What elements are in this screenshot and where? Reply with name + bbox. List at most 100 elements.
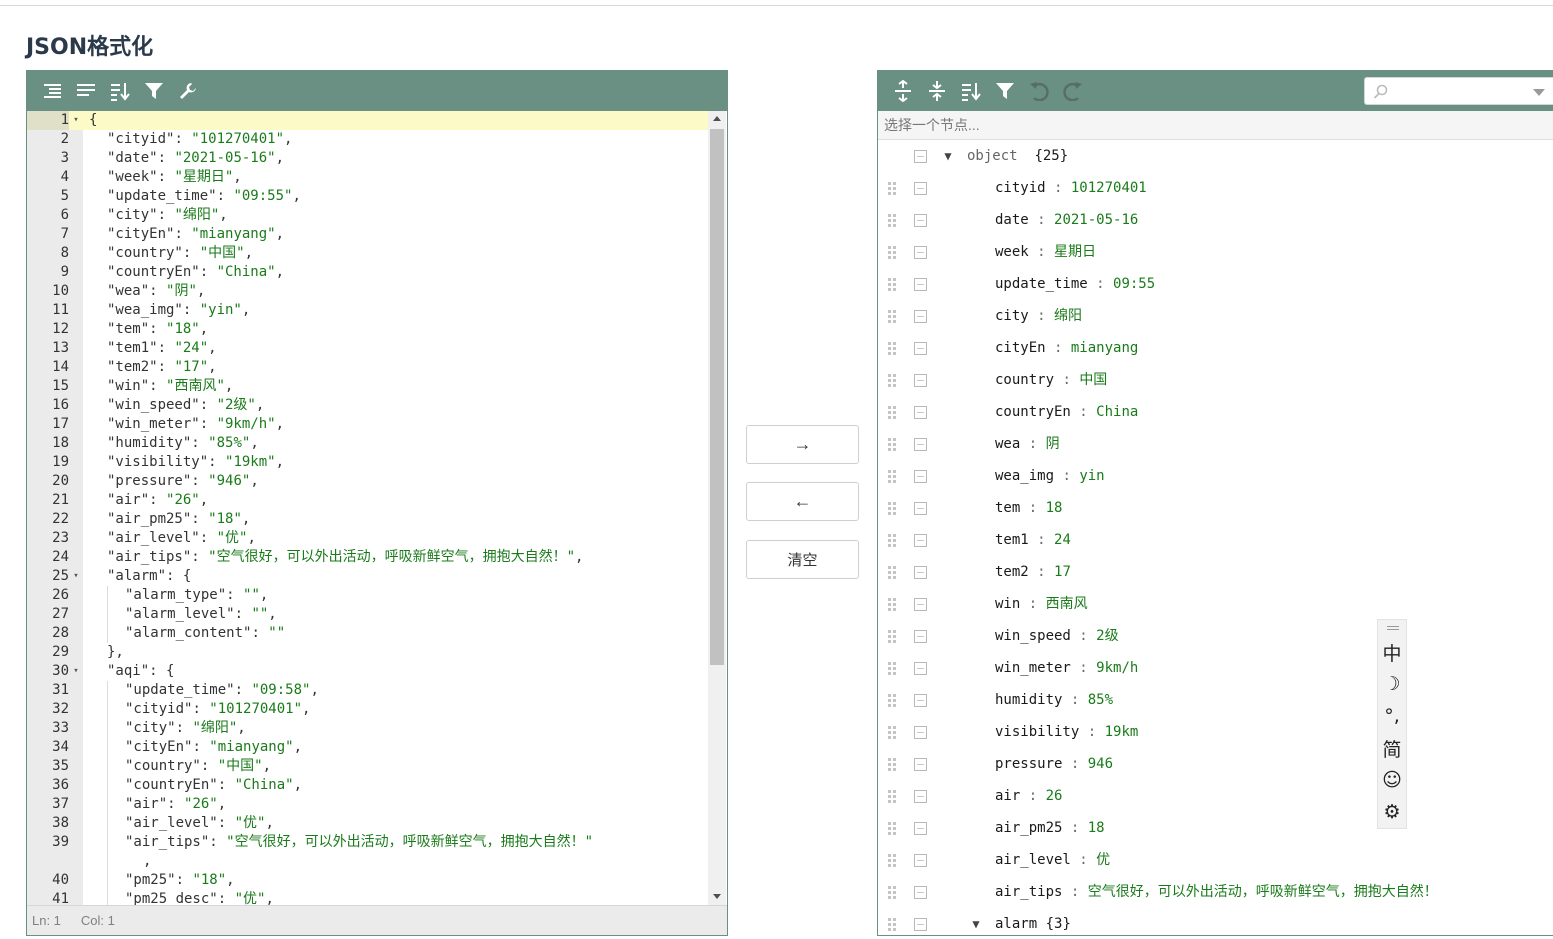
context-menu-button[interactable] — [914, 374, 927, 387]
code-line[interactable]: 29}, — [27, 643, 709, 662]
context-menu-button[interactable] — [914, 246, 927, 259]
code-line[interactable]: 10 "wea": "阴", — [27, 282, 709, 301]
code-line[interactable]: 20 "pressure": "946", — [27, 472, 709, 491]
expand-all-button[interactable] — [886, 75, 920, 107]
code-line[interactable]: 36 "countryEn": "China", — [27, 776, 709, 795]
search-input[interactable] — [1391, 78, 1541, 102]
drag-handle-icon[interactable] — [888, 694, 898, 707]
tree-node-row[interactable]: tem : 18 — [878, 492, 1553, 524]
code-line[interactable]: 2 "cityid": "101270401", — [27, 130, 709, 149]
node-key-text[interactable]: wea_img — [995, 468, 1054, 484]
tree-node-row[interactable]: update_time : 09:55 — [878, 268, 1553, 300]
context-menu-button[interactable] — [914, 822, 927, 835]
code-line[interactable]: 17 "win_meter": "9km/h", — [27, 415, 709, 434]
code-line[interactable]: 12 "tem": "18", — [27, 320, 709, 339]
context-menu-button[interactable] — [914, 150, 927, 163]
tree-node-field[interactable]: air : 26 — [995, 780, 1062, 812]
drag-handle-icon[interactable] — [888, 598, 898, 611]
code-line[interactable]: 33 "city": "绵阳", — [27, 719, 709, 738]
tree-node-row[interactable]: humidity : 85% — [878, 684, 1553, 716]
tree-node-field[interactable]: win_meter : 9km/h — [995, 652, 1138, 684]
tree-node-field[interactable]: tem : 18 — [995, 492, 1062, 524]
drag-handle-icon[interactable] — [888, 278, 898, 291]
drag-handle-icon[interactable] — [888, 918, 898, 931]
repair-button[interactable] — [171, 75, 205, 107]
node-key-text[interactable]: air_level — [995, 852, 1071, 868]
drag-handle-icon[interactable] — [888, 790, 898, 803]
node-key-text[interactable]: humidity — [995, 692, 1062, 708]
node-value-text[interactable]: 9km/h — [1096, 660, 1138, 676]
tree-node-field[interactable]: date : 2021-05-16 — [995, 204, 1138, 236]
tree-node-row[interactable]: visibility : 19km — [878, 716, 1553, 748]
node-value-text[interactable]: 18 — [1088, 820, 1105, 836]
tree-filter-button[interactable] — [988, 75, 1022, 107]
tree-node-row[interactable]: win_speed : 2级 — [878, 620, 1553, 652]
drag-handle-icon[interactable] — [888, 662, 898, 675]
context-menu-button[interactable] — [914, 694, 927, 707]
drag-handle-icon[interactable] — [888, 822, 898, 835]
ime-mode-icon[interactable]: 中 — [1378, 638, 1406, 666]
code-line[interactable]: 3 "date": "2021-05-16", — [27, 149, 709, 168]
tree-node-field[interactable]: wea : 阴 — [995, 428, 1060, 460]
node-key-text[interactable]: update_time — [995, 276, 1088, 292]
fold-toggle-icon[interactable]: ▾ — [71, 567, 81, 586]
code-line[interactable]: 37 "air": "26", — [27, 795, 709, 814]
drag-handle-icon[interactable] — [888, 630, 898, 643]
drag-handle-icon[interactable] — [888, 566, 898, 579]
tree-node-row[interactable]: ▼ alarm {3} — [878, 908, 1553, 935]
node-value-text[interactable]: 西南风 — [1046, 596, 1088, 612]
tree-node-field[interactable]: update_time : 09:55 — [995, 268, 1155, 300]
tree-node-row[interactable]: air_level : 优 — [878, 844, 1553, 876]
code-line[interactable]: 24 "air_tips": "空气很好，可以外出活动，呼吸新鲜空气，拥抱大自然！… — [27, 548, 709, 567]
drag-handle-icon[interactable] — [888, 310, 898, 323]
tree-node-field[interactable]: air_tips : 空气很好，可以外出活动，呼吸新鲜空气，拥抱大自然！ — [995, 876, 1438, 908]
code-line[interactable]: 39 "air_tips": "空气很好，可以外出活动，呼吸新鲜空气，拥抱大自然！… — [27, 833, 709, 852]
context-menu-button[interactable] — [914, 918, 927, 931]
drag-handle-icon[interactable] — [888, 406, 898, 419]
node-value-text[interactable]: 星期日 — [1054, 244, 1096, 260]
undo-button[interactable] — [1022, 75, 1056, 107]
code-area[interactable]: 1 ▾{2 "cityid": "101270401", 3 "date": "2021… — [27, 111, 727, 906]
tree-node-row[interactable]: air_tips : 空气很好，可以外出活动，呼吸新鲜空气，拥抱大自然！ — [878, 876, 1553, 908]
code-line[interactable]: 23 "air_level": "优", — [27, 529, 709, 548]
tree-node-row[interactable]: air_pm25 : 18 — [878, 812, 1553, 844]
collapse-all-button[interactable] — [920, 75, 954, 107]
tree-node-field[interactable]: city : 绵阳 — [995, 300, 1082, 332]
tree-node-row[interactable]: countryEn : China — [878, 396, 1553, 428]
tree-node-field[interactable]: tem1 : 24 — [995, 524, 1071, 556]
node-value-text[interactable]: 09:55 — [1113, 276, 1155, 292]
scrollbar-thumb[interactable] — [710, 129, 724, 665]
drag-handle-icon[interactable] — [888, 886, 898, 899]
tree-sort-button[interactable] — [954, 75, 988, 107]
drag-handle-icon[interactable] — [888, 534, 898, 547]
context-menu-button[interactable] — [914, 598, 927, 611]
node-value-text[interactable]: mianyang — [1071, 340, 1138, 356]
node-value-text[interactable]: 2级 — [1096, 628, 1118, 644]
drag-handle-icon[interactable] — [888, 854, 898, 867]
context-menu-button[interactable] — [914, 726, 927, 739]
tree-node-row[interactable]: wea : 阴 — [878, 428, 1553, 460]
node-value-text[interactable]: 2021-05-16 — [1054, 212, 1138, 228]
node-value-text[interactable]: 24 — [1054, 532, 1071, 548]
node-key-text[interactable]: air_tips — [995, 884, 1062, 900]
context-menu-button[interactable] — [914, 278, 927, 291]
node-value-text[interactable]: China — [1096, 404, 1138, 420]
code-line[interactable]: 26 "alarm_type": "", — [27, 586, 709, 605]
drag-handle-icon[interactable] — [888, 214, 898, 227]
tree-node-field[interactable]: air_level : 优 — [995, 844, 1110, 876]
code-line[interactable]: 34 "cityEn": "mianyang", — [27, 738, 709, 757]
context-menu-button[interactable] — [914, 790, 927, 803]
code-line[interactable]: 9 "countryEn": "China", — [27, 263, 709, 282]
node-key-text[interactable]: countryEn — [995, 404, 1071, 420]
drag-handle-icon[interactable] — [888, 502, 898, 515]
to-code-button[interactable]: ← — [746, 482, 859, 521]
tree-node-field[interactable]: humidity : 85% — [995, 684, 1113, 716]
node-key-text[interactable]: win_meter — [995, 660, 1071, 676]
code-line[interactable]: 13 "tem1": "24", — [27, 339, 709, 358]
settings-gear-icon[interactable]: ⚙ — [1378, 798, 1406, 826]
node-key-text[interactable]: air — [995, 788, 1020, 804]
code-line[interactable]: 14 "tem2": "17", — [27, 358, 709, 377]
tree-search[interactable] — [1364, 77, 1553, 105]
tree-node-row[interactable]: week : 星期日 — [878, 236, 1553, 268]
context-menu-button[interactable] — [914, 470, 927, 483]
